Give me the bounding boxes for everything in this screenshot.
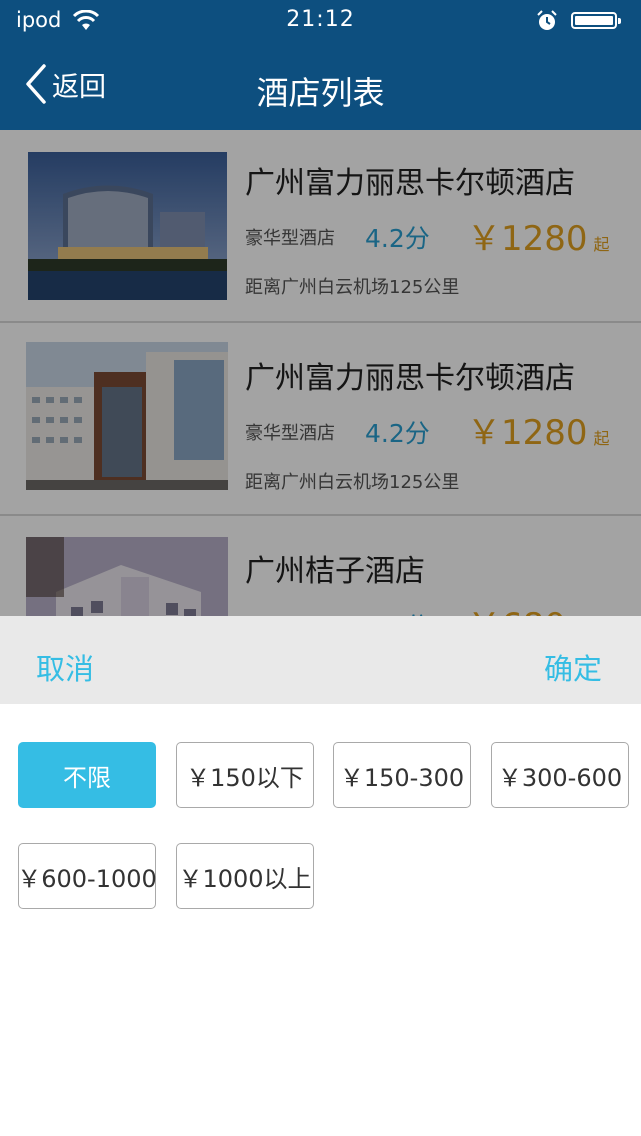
hotel-type: 豪华型酒店 — [245, 228, 335, 249]
price-option-150-300[interactable]: ￥150-300 — [333, 742, 471, 808]
hotel-thumbnail — [28, 152, 227, 300]
price-filter-panel: 不限 ￥150以下 ￥150-300 ￥300-600 ￥600-1000 ￥1… — [0, 704, 641, 1136]
price-suffix: 起 — [593, 429, 610, 448]
price-option-600-1000[interactable]: ￥600-1000 — [17, 843, 157, 909]
page-title: 酒店列表 — [256, 74, 385, 112]
price-value: ￥1280 — [467, 219, 588, 259]
hotel-list-item[interactable]: 广州富力丽思卡尔顿酒店 豪华型酒店 4.2分 ￥1280 起 距离广州白云机场12… — [0, 130, 641, 323]
cancel-button[interactable]: 取消 — [36, 646, 94, 688]
status-bar: ipod 21:12 — [0, 0, 641, 42]
hotel-distance: 距离广州白云机场125公里 — [245, 277, 460, 298]
hotel-distance: 距离广州白云机场125公里 — [245, 472, 460, 493]
price-option-300-600[interactable]: ￥300-600 — [491, 742, 629, 808]
battery-icon — [571, 12, 621, 29]
hotel-name: 广州桔子酒店 — [245, 554, 425, 589]
price-option-over-1000[interactable]: ￥1000以上 — [176, 843, 314, 909]
price-value: ￥680 — [467, 606, 566, 616]
alarm-icon — [537, 10, 557, 30]
hotel-thumbnail — [26, 537, 228, 616]
hotel-price: ￥680起 — [467, 598, 588, 616]
hotel-score: 4.2分 — [365, 224, 430, 253]
hotel-thumbnail — [26, 342, 228, 490]
hotel-list: 广州富力丽思卡尔顿酒店 豪华型酒店 4.2分 ￥1280 起 距离广州白云机场12… — [0, 130, 641, 616]
price-option-under-150[interactable]: ￥150以下 — [176, 742, 314, 808]
hotel-list-item[interactable]: 广州桔子酒店 豪华型酒店 4.2分 ￥680起 — [0, 516, 641, 616]
price-suffix: 起 — [593, 235, 610, 254]
hotel-score: 4.2分 — [365, 607, 430, 616]
header: ipod 21:12 返回 酒店列表 — [0, 0, 641, 130]
hotel-price: ￥1280 起 — [467, 405, 610, 454]
confirm-button[interactable]: 确定 — [544, 646, 602, 688]
hotel-type: 豪华型酒店 — [245, 423, 335, 444]
hotel-price: ￥1280 起 — [467, 211, 610, 260]
filter-sheet-toolbar: 取消 确定 — [0, 616, 641, 704]
price-value: ￥1280 — [467, 413, 588, 453]
hotel-score: 4.2分 — [365, 419, 430, 448]
price-option-unlimited[interactable]: 不限 — [18, 742, 156, 808]
nav-bar: 返回 酒店列表 — [0, 42, 641, 130]
hotel-name: 广州富力丽思卡尔顿酒店 — [245, 361, 575, 396]
hotel-list-item[interactable]: 广州富力丽思卡尔顿酒店 豪华型酒店 4.2分 ￥1280 起 距离广州白云机场12… — [0, 323, 641, 516]
hotel-name: 广州富力丽思卡尔顿酒店 — [245, 166, 575, 201]
